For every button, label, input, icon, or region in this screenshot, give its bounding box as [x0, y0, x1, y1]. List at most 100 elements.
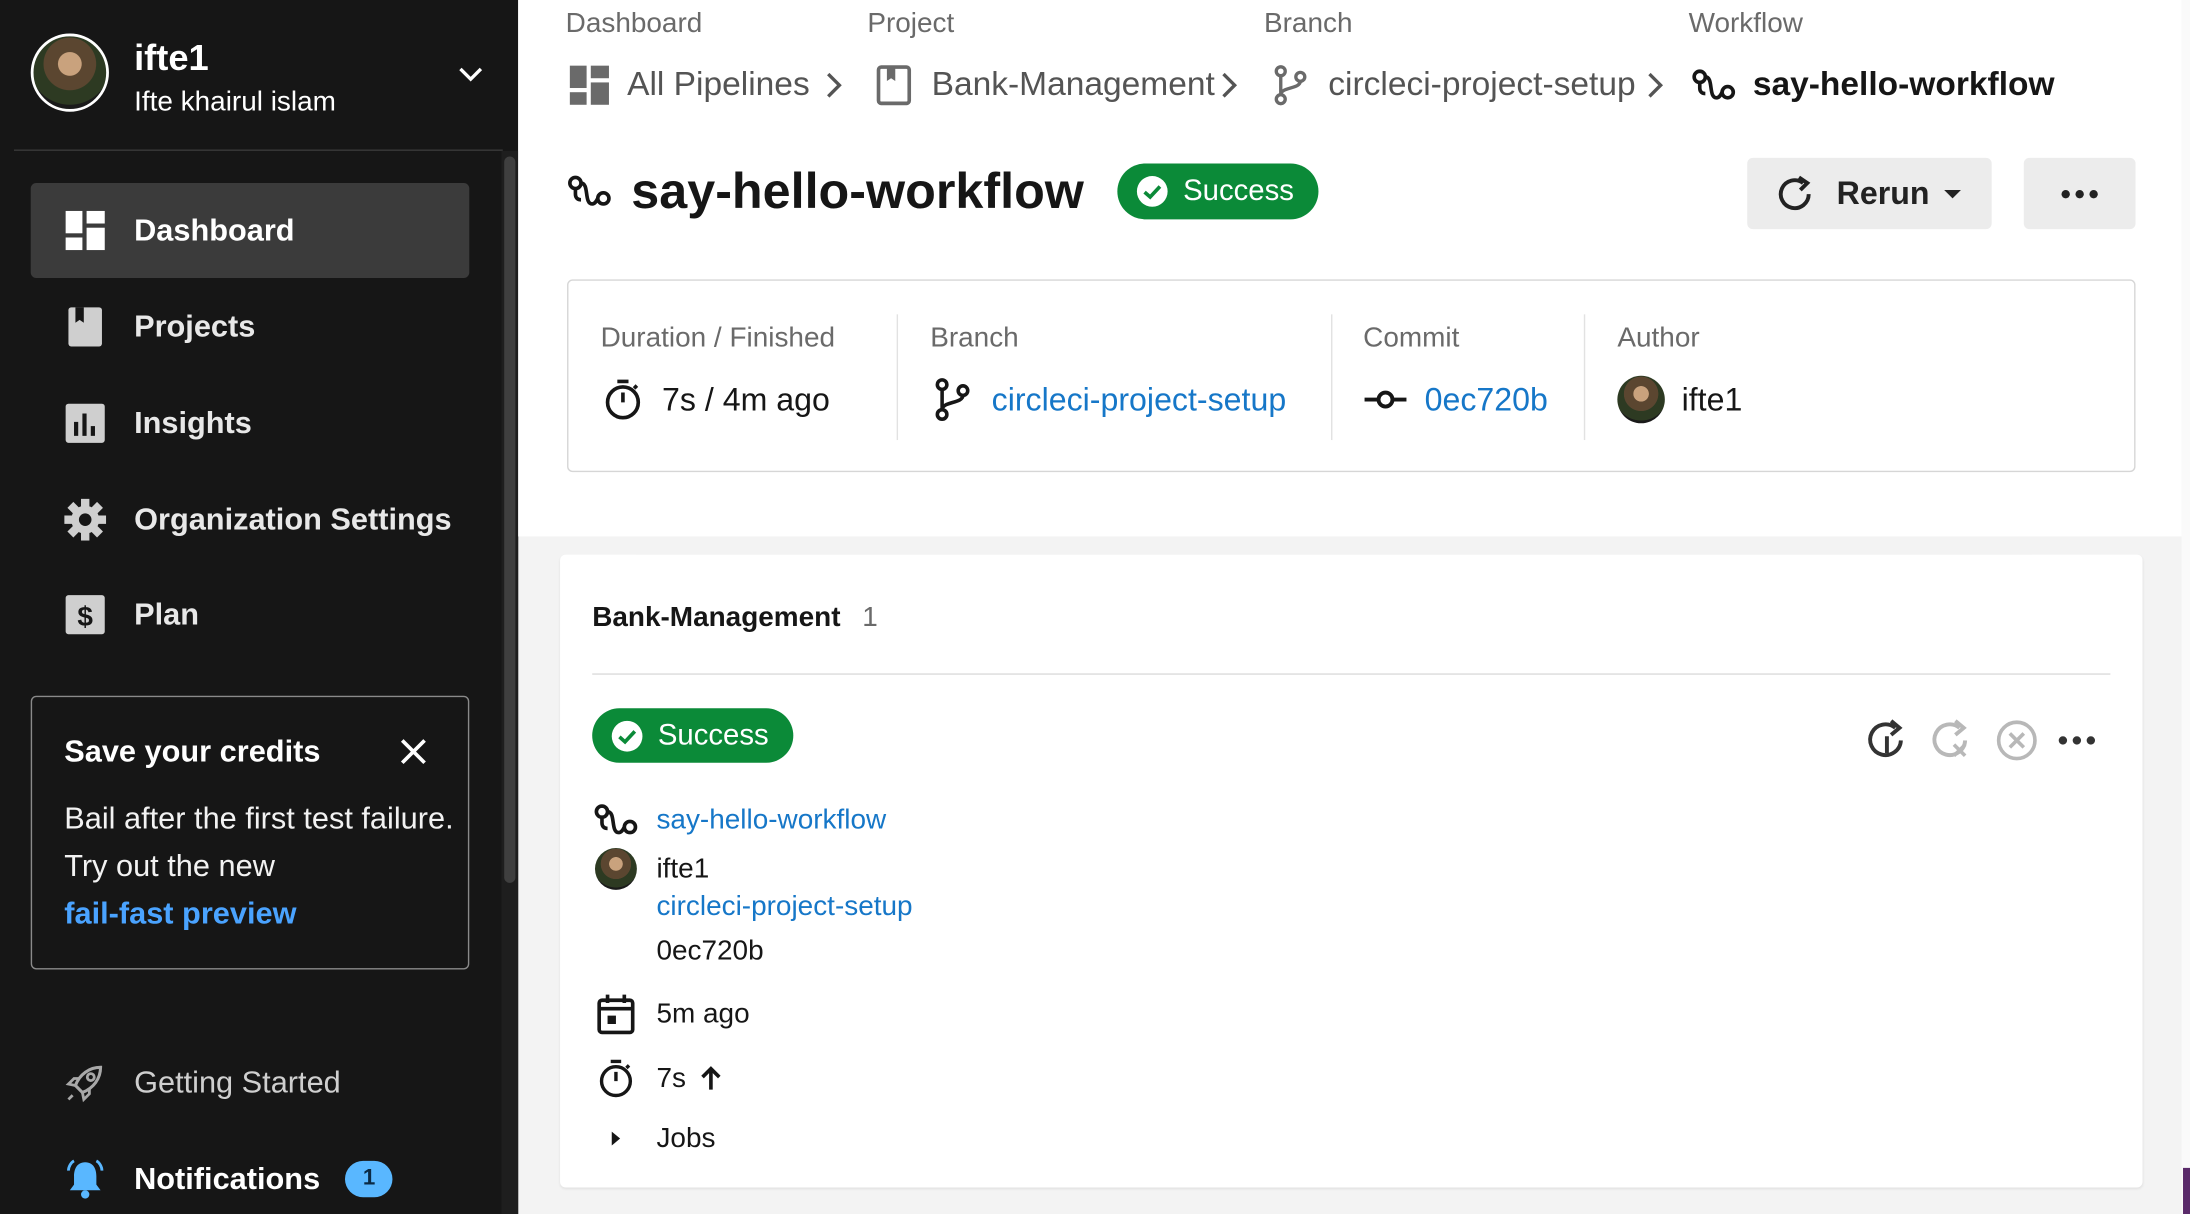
author-value-row: ifte1 — [1617, 375, 1743, 424]
pipeline-card: Bank-Management 1 Success say-hello-work… — [560, 554, 2143, 1188]
cancel-icon[interactable] — [1993, 717, 2040, 764]
sidebar-item-getting-started[interactable]: Getting Started — [31, 1052, 492, 1113]
promo-title: Save your credits — [64, 733, 321, 769]
caret-right-icon — [611, 1131, 621, 1146]
branch-link[interactable]: circleci-project-setup — [656, 891, 912, 923]
status-badge: Success — [1117, 163, 1320, 220]
jobs-toggle[interactable]: Jobs — [592, 1118, 715, 1160]
sidebar-item-organization-settings[interactable]: Organization Settings — [31, 472, 470, 567]
sidebar: ifte1 Ifte khairul islam Dashboard Proje… — [0, 0, 519, 1214]
profile-switcher[interactable]: ifte1 Ifte khairul islam — [30, 33, 492, 118]
sidebar-scrollbar-thumb[interactable] — [504, 156, 516, 883]
fail-fast-preview-link[interactable]: fail-fast preview — [64, 895, 296, 930]
chevron-right-icon — [1222, 72, 1238, 98]
breadcrumb-workflow[interactable]: say-hello-workflow — [1691, 59, 2055, 112]
commit-link[interactable]: 0ec720b — [1425, 381, 1548, 419]
duration-label: Duration / Finished — [600, 322, 836, 354]
promo-card: Save your credits Bail after the first t… — [30, 695, 470, 970]
branch-link[interactable]: circleci-project-setup — [992, 381, 1287, 419]
workflow-icon — [1692, 69, 1736, 100]
commit-label: Commit — [1363, 322, 1460, 354]
projects-icon — [68, 307, 102, 347]
promo-body: Bail after the first test failure. Try o… — [64, 795, 455, 937]
divider — [1331, 314, 1333, 441]
breadcrumb-label: circleci-project-setup — [1328, 65, 1636, 104]
duration-row: 7s — [592, 1058, 722, 1100]
sidebar-item-insights[interactable]: Insights — [31, 376, 470, 471]
status-label: Success — [1183, 174, 1294, 207]
breadcrumb-label: say-hello-workflow — [1752, 65, 2055, 104]
commit-hash: 0ec720b — [656, 935, 764, 967]
dashboard-icon — [65, 210, 105, 251]
avatar — [1617, 375, 1665, 424]
sidebar-item-label: Organization Settings — [134, 501, 452, 537]
breadcrumb-header-project: Project — [867, 8, 955, 40]
divider — [13, 149, 503, 151]
close-icon[interactable] — [398, 736, 429, 767]
duration-value: 7s — [656, 1062, 686, 1094]
branch-value-row: circleci-project-setup — [930, 376, 1286, 423]
status-label: Success — [657, 718, 769, 751]
more-horizontal-icon — [2061, 189, 2098, 198]
caret-down-icon — [1944, 189, 1962, 198]
workflow-title-row: say-hello-workflow Success — [567, 162, 1320, 221]
stopwatch-icon — [605, 379, 641, 420]
chevron-right-icon — [1648, 72, 1664, 98]
avatar — [30, 33, 109, 112]
author-name: ifte1 — [1681, 380, 1743, 418]
pipeline-count: 1 — [862, 602, 878, 633]
chevron-right-icon — [827, 72, 842, 98]
sidebar-item-projects[interactable]: Projects — [31, 279, 470, 374]
bell-icon — [67, 1159, 104, 1199]
author-name: ifte1 — [656, 852, 710, 884]
project-row: Bank-Management 1 — [592, 602, 878, 634]
breadcrumb-header-dashboard: Dashboard — [565, 8, 703, 40]
workflow-link[interactable]: say-hello-workflow — [656, 804, 886, 836]
time-ago: 5m ago — [656, 998, 750, 1029]
commit-icon — [1364, 390, 1407, 409]
time-row: 5m ago — [592, 993, 750, 1035]
duration-value-row: 7s / 4m ago — [601, 376, 830, 423]
avatar — [594, 847, 637, 890]
breadcrumb-label: All Pipelines — [627, 65, 810, 104]
jobs-label: Jobs — [656, 1122, 716, 1154]
breadcrumb-label: Bank-Management — [931, 65, 1215, 104]
more-horizontal-icon[interactable] — [2057, 735, 2096, 746]
insights-icon — [65, 403, 105, 443]
author-row: ifte1 — [592, 847, 710, 890]
rerun-button[interactable]: Rerun — [1747, 157, 1992, 230]
sidebar-item-label: Notifications — [134, 1160, 321, 1196]
branch-icon — [1274, 65, 1307, 106]
promo-text: Bail after the first test failure. Try o… — [64, 800, 454, 883]
chevron-down-icon[interactable] — [455, 59, 486, 90]
commit-value-row: 0ec720b — [1363, 376, 1548, 423]
rerun-failed-icon[interactable] — [1927, 717, 1974, 764]
sidebar-item-notifications[interactable]: Notifications 1 — [31, 1148, 492, 1209]
breadcrumb-project[interactable]: Bank-Management — [873, 59, 1215, 112]
pipeline-status-badge: Success — [592, 708, 794, 763]
sidebar-item-dashboard[interactable]: Dashboard — [30, 183, 470, 279]
dashboard-icon — [569, 65, 609, 105]
stopwatch-icon — [599, 1059, 633, 1098]
breadcrumb-header-workflow: Workflow — [1688, 8, 1803, 40]
check-circle-icon — [611, 720, 643, 751]
branch-label: Branch — [930, 322, 1019, 354]
breadcrumb-branch[interactable]: circleci-project-setup — [1270, 59, 1636, 112]
svg-text:$: $ — [77, 601, 93, 632]
rocket-icon — [65, 1065, 103, 1103]
profile-fullname: Ifte khairul islam — [134, 86, 336, 118]
sidebar-item-label: Projects — [134, 308, 256, 344]
sidebar-item-label: Getting Started — [134, 1064, 341, 1100]
notification-count-badge: 1 — [345, 1160, 393, 1198]
page-title: say-hello-workflow — [631, 162, 1084, 220]
window-edge-accent — [2183, 1167, 2190, 1214]
window-edge — [2181, 0, 2190, 1214]
sidebar-item-plan[interactable]: $ Plan — [31, 567, 470, 662]
rerun-icon[interactable] — [1863, 717, 1910, 764]
sidebar-item-label: Plan — [134, 596, 199, 632]
profile-username: ifte1 — [134, 36, 209, 79]
more-options-button[interactable] — [2023, 157, 2136, 230]
workflow-row: say-hello-workflow — [592, 799, 886, 841]
breadcrumb-all-pipelines[interactable]: All Pipelines — [568, 59, 810, 112]
rerun-icon — [1778, 175, 1811, 210]
